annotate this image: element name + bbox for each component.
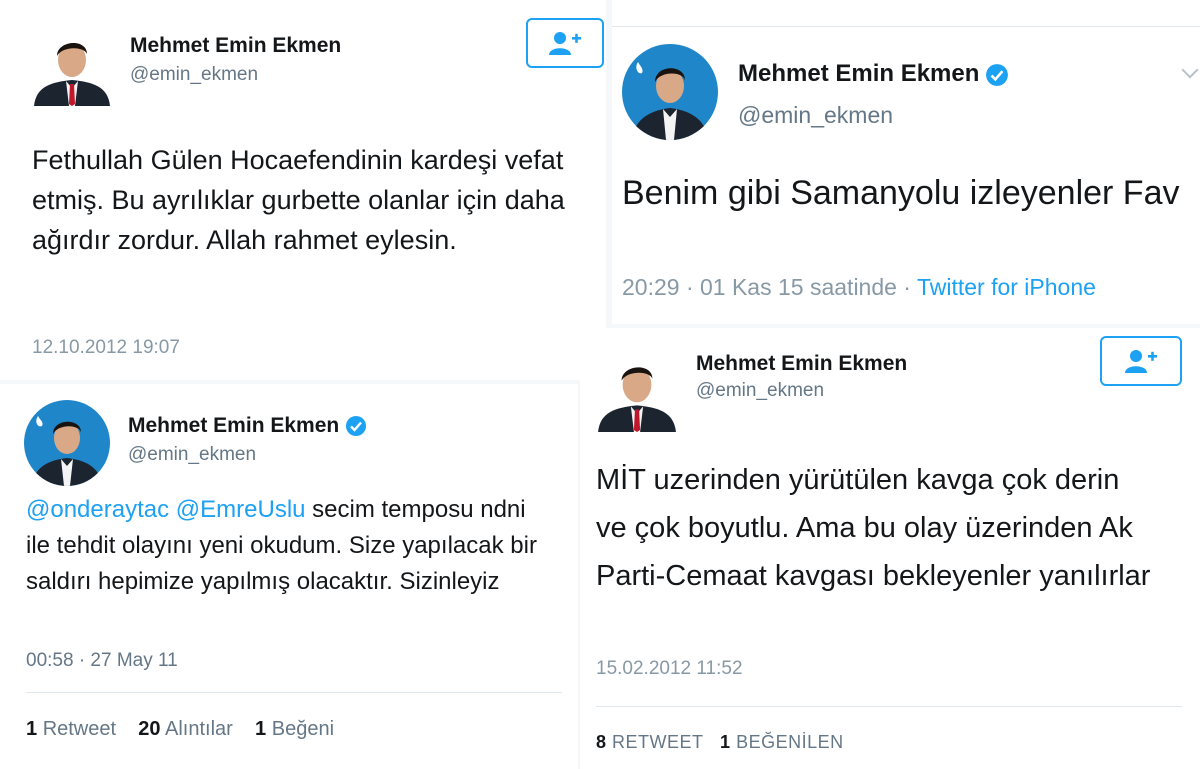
tweet-text: MİT uzerinden yürütülen kavga çok derin … (596, 464, 1151, 592)
like-stat[interactable]: 1 BEĞENİLEN (720, 732, 844, 752)
follow-button[interactable] (1100, 336, 1182, 386)
add-user-icon (1125, 350, 1157, 373)
tweet-timestamp[interactable]: 12.10.2012 19:07 (32, 337, 180, 359)
avatar-photo-icon (32, 26, 112, 106)
follow-button[interactable] (526, 18, 604, 68)
author-name-text[interactable]: Mehmet Emin Ekmen (128, 414, 339, 437)
like-stat[interactable]: 1 Beğeni (255, 718, 334, 740)
author-name[interactable]: Mehmet Emin Ekmen (738, 60, 1009, 88)
author-handle[interactable]: @emin_ekmen (738, 102, 893, 129)
avatar-photo-icon (24, 400, 110, 486)
retweet-stat[interactable]: 8 RETWEET (596, 732, 704, 752)
timestamp-text[interactable]: 20:29 · 01 Kas 15 saatinde · (622, 274, 917, 300)
author-name-text[interactable]: Mehmet Emin Ekmen (738, 60, 979, 87)
tweet-text: Fethullah Gülen Hocaefendinin kardeşi ve… (32, 145, 565, 255)
tweet-stats: 8 RETWEET 1 BEĞENİLEN (596, 732, 844, 753)
divider (596, 706, 1182, 707)
author-name[interactable]: Mehmet Emin Ekmen (130, 34, 341, 58)
mention-link[interactable]: @onderaytac (26, 496, 169, 523)
avatar-photo-icon (622, 44, 718, 140)
author-handle[interactable]: @emin_ekmen (696, 380, 824, 402)
tweet-card-1: Mehmet Emin Ekmen @emin_ekmen Fethullah … (0, 0, 606, 380)
author-handle[interactable]: @emin_ekmen (128, 444, 256, 466)
chevron-down-icon[interactable] (1181, 61, 1199, 79)
avatar[interactable] (622, 44, 718, 140)
divider (26, 692, 562, 693)
avatar[interactable] (32, 26, 112, 106)
tweet-text: Benim gibi Samanyolu izleyenler Fav (622, 174, 1180, 212)
avatar-photo-icon (596, 350, 678, 432)
tweet-timestamp: 20:29 · 01 Kas 15 saatinde · Twitter for… (622, 274, 1096, 301)
tweet-timestamp[interactable]: 15.02.2012 11:52 (596, 658, 743, 680)
source-link[interactable]: Twitter for iPhone (917, 274, 1096, 300)
verified-badge-icon (346, 416, 367, 437)
tweet-text: @onderaytac @EmreUslu secim temposu ndni… (26, 492, 556, 600)
author-handle[interactable]: @emin_ekmen (130, 64, 258, 86)
divider (612, 26, 1200, 27)
avatar[interactable] (24, 400, 110, 486)
tweet-timestamp[interactable]: 00:58 · 27 May 11 (26, 650, 178, 672)
author-name[interactable]: Mehmet Emin Ekmen (128, 414, 367, 438)
tweet-stats: 1 Retweet 20 Alıntılar 1 Beğeni (26, 718, 334, 741)
retweet-stat[interactable]: 1 Retweet (26, 718, 116, 740)
add-user-icon (549, 32, 581, 55)
tweet-card-4: Mehmet Emin Ekmen @emin_ekmen MİT uzerin… (580, 328, 1200, 769)
avatar[interactable] (596, 350, 678, 432)
author-name[interactable]: Mehmet Emin Ekmen (696, 352, 907, 376)
tweet-card-2: Mehmet Emin Ekmen @emin_ekmen @onderayta… (0, 384, 578, 769)
verified-badge-icon (986, 63, 1009, 86)
mention-link[interactable]: @EmreUslu (176, 496, 306, 523)
quote-stat[interactable]: 20 Alıntılar (138, 718, 233, 740)
tweet-card-3: Mehmet Emin Ekmen @emin_ekmen Benim gibi… (612, 0, 1200, 324)
